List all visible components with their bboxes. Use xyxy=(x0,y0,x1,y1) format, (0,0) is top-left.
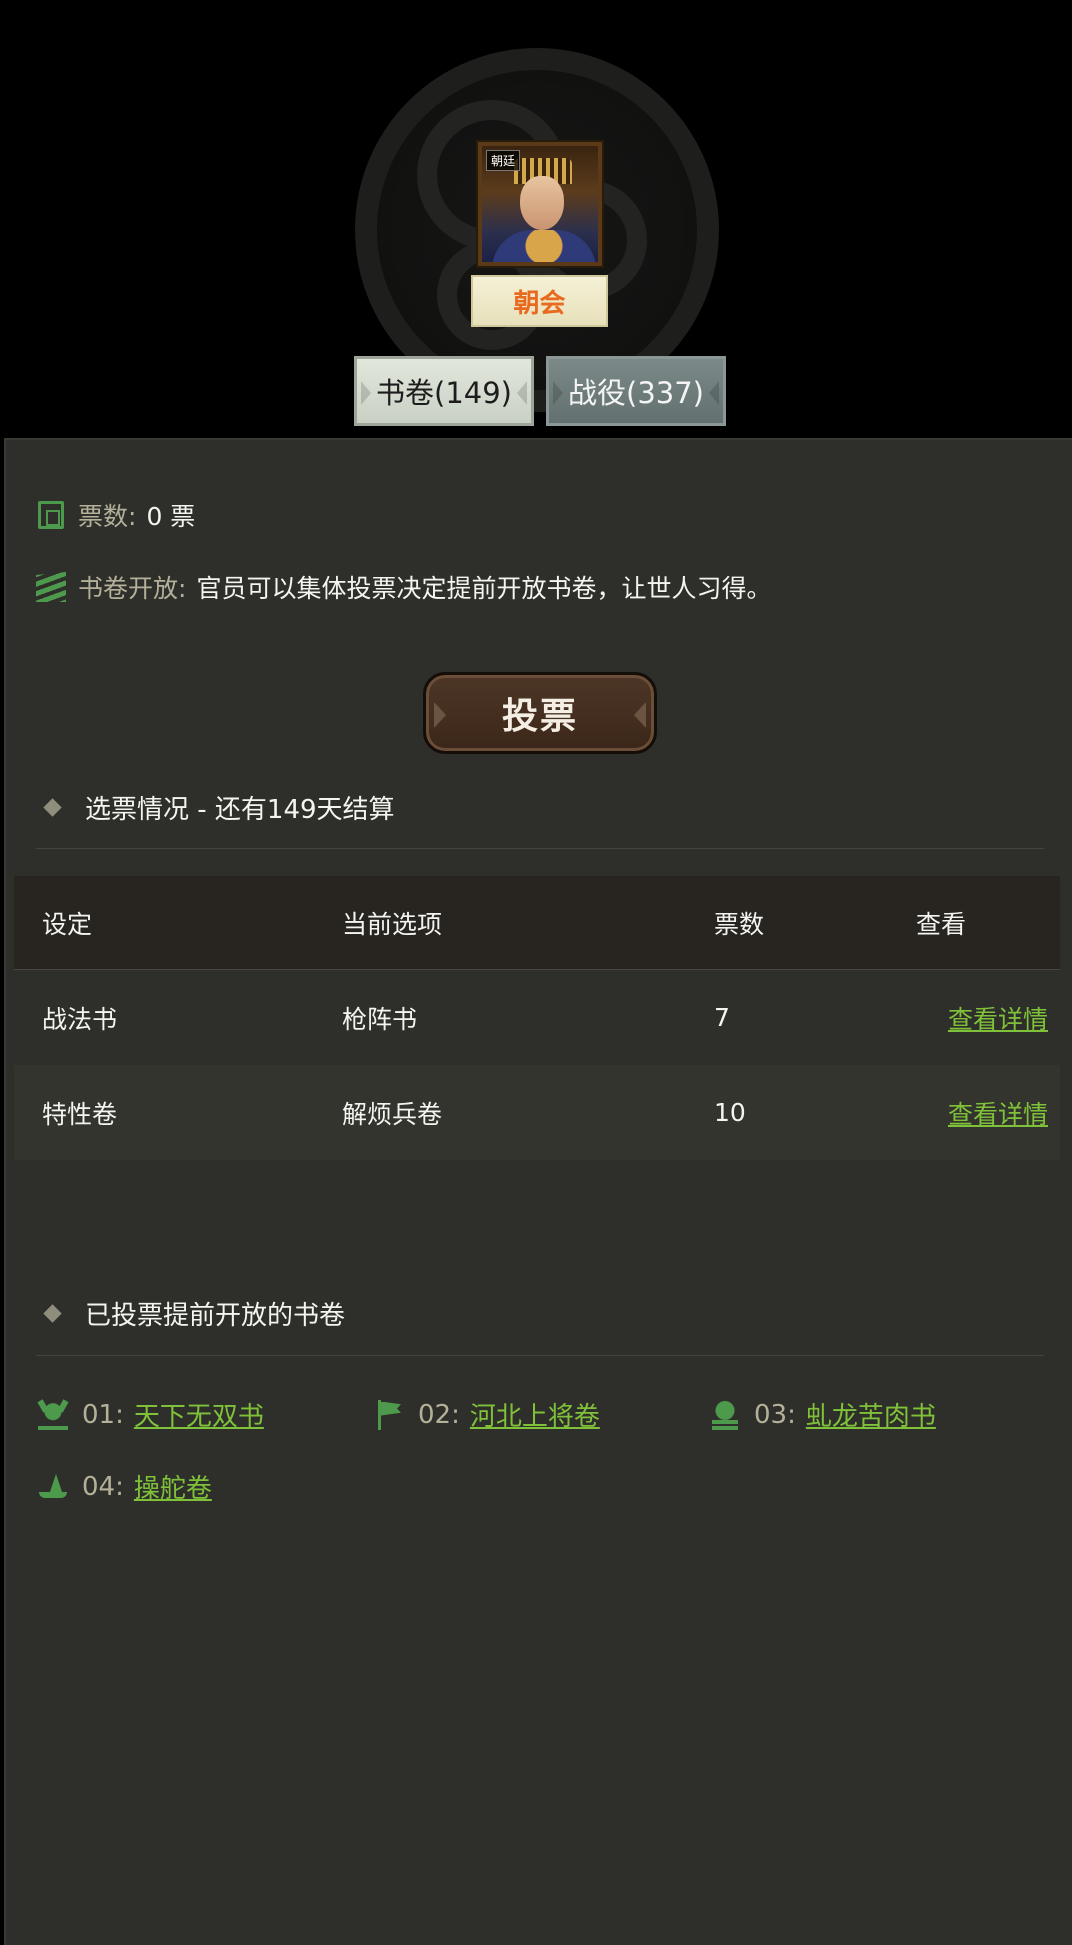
table-row: 特性卷 解烦兵卷 10 查看详情 xyxy=(14,1065,1060,1160)
book-number: 04: xyxy=(82,1471,124,1502)
diamond-bullet-icon xyxy=(43,1304,62,1323)
book-icon xyxy=(36,572,66,602)
poll-table: 设定 当前选项 票数 查看 战法书 枪阵书 7 查看详情 特性卷 解烦兵卷 10… xyxy=(14,876,1060,1160)
poll-title-text: 选票情况 - 还有149天结算 xyxy=(85,795,395,825)
skull-icon xyxy=(710,1399,740,1430)
votes-row: 票数: 0 票 xyxy=(38,497,195,533)
book-open-description: 官员可以集体投票决定提前开放书卷，让世人习得。 xyxy=(196,574,772,603)
tab-books[interactable]: 书卷(149) xyxy=(354,356,534,426)
tab-battles[interactable]: 战役(337) xyxy=(546,356,726,426)
ship-icon xyxy=(38,1472,68,1502)
table-header: 设定 当前选项 票数 查看 xyxy=(14,876,1060,970)
column-header-view: 查看 xyxy=(916,909,967,939)
ticket-icon xyxy=(38,501,64,529)
row-votes: 10 xyxy=(714,1098,746,1127)
row-option: 枪阵书 xyxy=(342,1004,418,1034)
view-details-link[interactable]: 查看详情 xyxy=(948,1100,1048,1129)
divider xyxy=(36,848,1044,849)
row-setting: 战法书 xyxy=(42,1004,118,1034)
divider xyxy=(36,1355,1044,1356)
diamond-bullet-icon xyxy=(43,798,62,817)
book-link[interactable]: 操舵卷 xyxy=(134,1468,212,1505)
main-panel xyxy=(4,438,1072,1945)
book-number: 03: xyxy=(754,1399,796,1430)
header-area: 朝廷 朝会 书卷(149) 战役(337) xyxy=(0,0,1072,440)
row-votes: 7 xyxy=(714,1003,730,1032)
opened-book-item: 03: 虬龙苦肉书 xyxy=(710,1396,936,1433)
flag-icon xyxy=(374,1399,404,1430)
book-number: 02: xyxy=(418,1399,460,1430)
vote-button[interactable]: 投票 xyxy=(423,672,657,754)
book-link[interactable]: 虬龙苦肉书 xyxy=(806,1396,936,1433)
opened-section-title: 已投票提前开放的书卷 xyxy=(40,1295,345,1332)
opened-title-text: 已投票提前开放的书卷 xyxy=(85,1301,346,1331)
book-link[interactable]: 天下无双书 xyxy=(134,1396,264,1433)
votes-value: 0 票 xyxy=(146,502,196,531)
column-header-setting: 设定 xyxy=(42,909,93,939)
row-setting: 特性卷 xyxy=(42,1099,118,1129)
portrait-tag: 朝廷 xyxy=(486,150,521,171)
court-session-button[interactable]: 朝会 xyxy=(471,275,608,327)
view-details-link[interactable]: 查看详情 xyxy=(948,1005,1048,1034)
opened-book-item: 02: 河北上将卷 xyxy=(374,1396,600,1433)
opened-book-item: 01: 天下无双书 xyxy=(38,1396,264,1433)
column-header-votes: 票数 xyxy=(714,909,765,939)
column-header-option: 当前选项 xyxy=(342,909,443,939)
table-row: 战法书 枪阵书 7 查看详情 xyxy=(14,970,1060,1065)
demon-mask-icon xyxy=(38,1399,68,1430)
book-open-label: 书卷开放: xyxy=(78,574,187,603)
opened-book-item: 04: 操舵卷 xyxy=(38,1468,212,1505)
row-option: 解烦兵卷 xyxy=(342,1099,443,1129)
poll-section-title: 选票情况 - 还有149天结算 xyxy=(40,789,395,826)
official-portrait[interactable]: 朝廷 xyxy=(478,142,602,266)
book-open-row: 书卷开放: 官员可以集体投票决定提前开放书卷，让世人习得。 xyxy=(36,569,771,605)
votes-label: 票数: xyxy=(78,502,137,531)
book-number: 01: xyxy=(82,1399,124,1430)
book-link[interactable]: 河北上将卷 xyxy=(470,1396,600,1433)
